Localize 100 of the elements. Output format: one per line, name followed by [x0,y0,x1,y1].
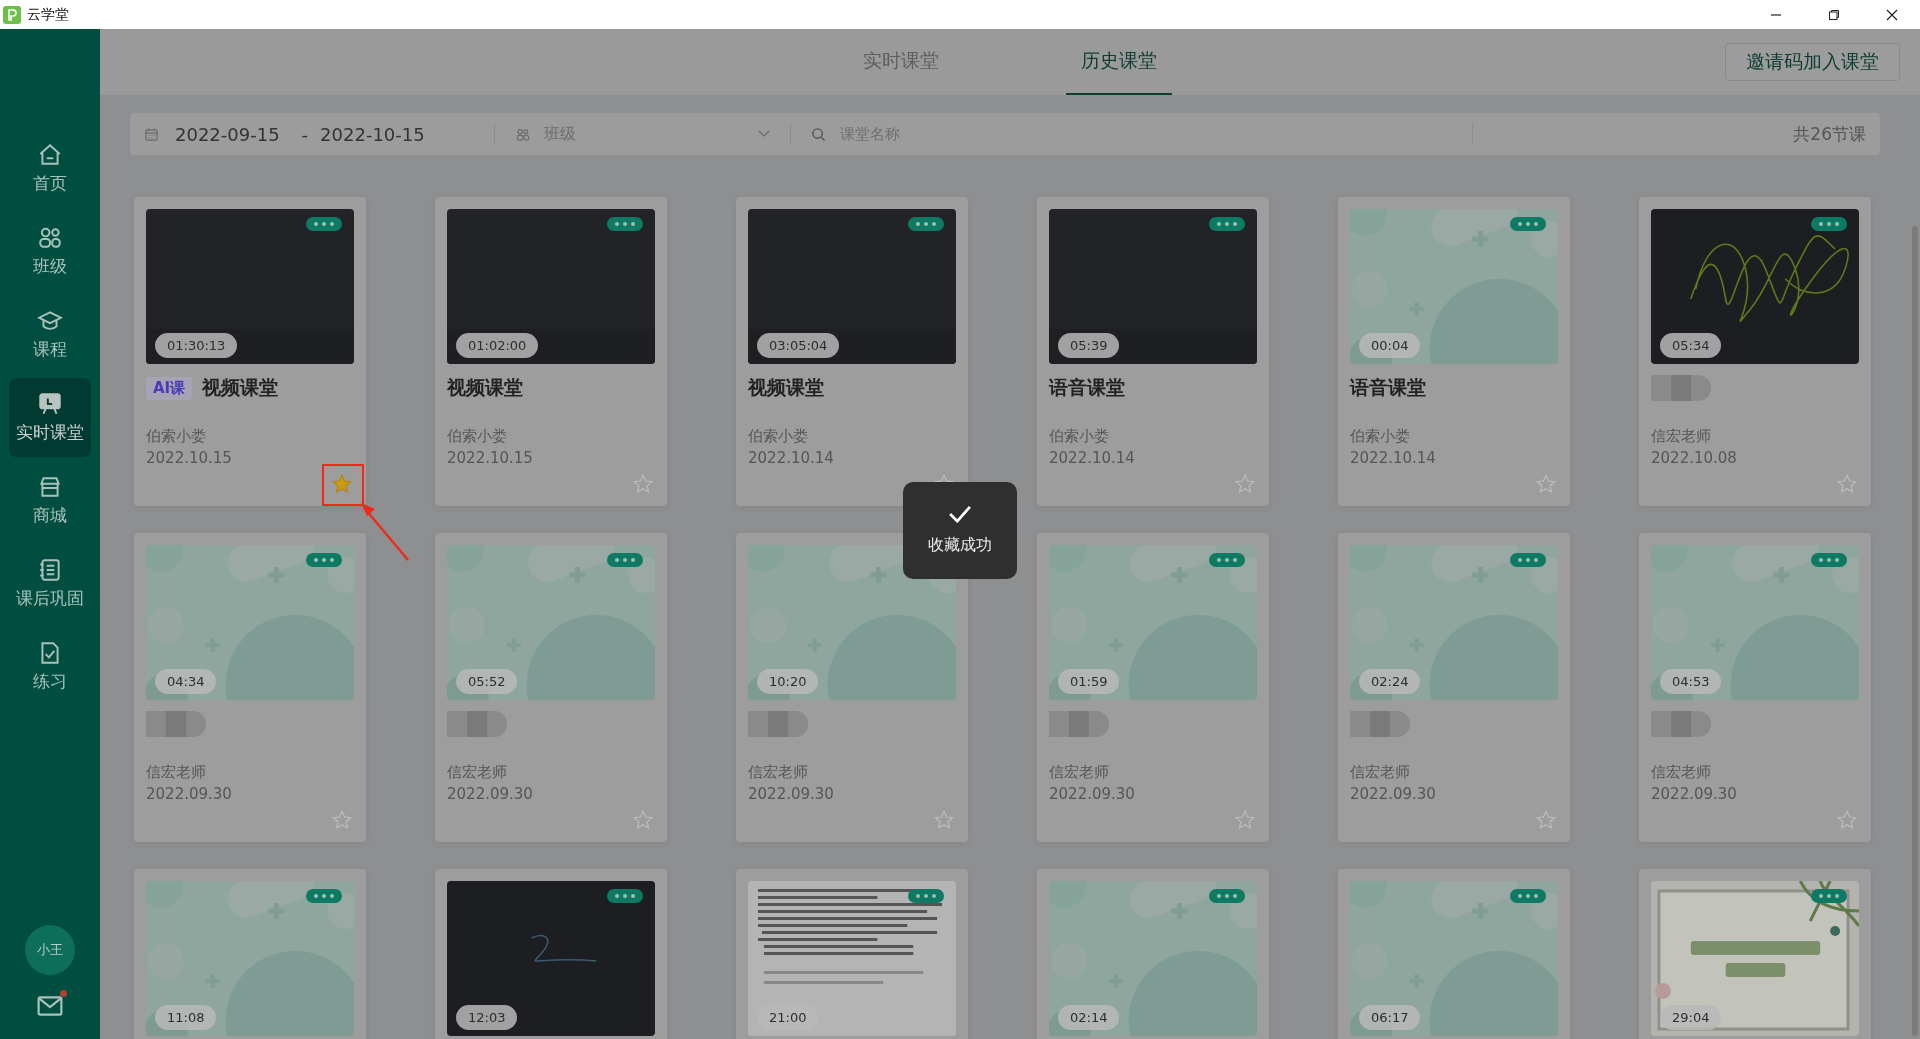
star-icon[interactable] [1836,473,1858,495]
checkmark-icon [948,505,972,523]
sidebar-item[interactable]: 商城 [9,461,91,540]
duration-badge: 06:17 [1359,1005,1421,1030]
lesson-card[interactable]: 00:04 语音课堂 伯索小娄 2022.10.14 [1338,197,1570,506]
lesson-card[interactable]: 02:14 [1037,869,1269,1039]
lesson-card[interactable]: 01:02:00 视频课堂 伯索小娄 2022.10.15 [435,197,667,506]
lesson-date: 2022.10.14 [1049,449,1136,467]
sidebar-item[interactable]: 首页 [9,129,91,208]
sidebar-item[interactable]: 班级 [9,212,91,291]
star-icon[interactable] [1535,809,1557,831]
sidebar-item[interactable]: 课后巩固 [9,544,91,623]
lesson-date: 2022.09.30 [1049,785,1136,803]
teacher-name: 伯索小娄 [1350,427,1411,446]
teacher-name: 伯索小娄 [447,427,508,446]
lesson-date: 2022.10.14 [1350,449,1437,467]
duration-badge: 01:59 [1058,669,1120,694]
more-button[interactable] [1811,217,1847,231]
house-icon [37,142,63,168]
lesson-card[interactable]: 12:03 [435,869,667,1039]
app-logo-icon [3,5,21,24]
lesson-card[interactable]: 03:05:04 视频课堂 伯索小娄 2022.10.14 [736,197,968,506]
teacher-name: 信宏老师 [1350,763,1411,782]
more-button[interactable] [607,217,643,231]
teacher-name: 信宏老师 [748,763,809,782]
lesson-card[interactable]: 05:52 信宏老师 2022.09.30 [435,533,667,842]
people-icon [515,126,530,142]
lesson-date: 2022.09.30 [447,785,534,803]
annotation-arrow [360,502,410,562]
calendar-icon [144,126,159,142]
star-icon[interactable] [331,809,353,831]
shop-icon [37,474,63,500]
lesson-card[interactable]: 04:34 信宏老师 2022.09.30 [134,533,366,842]
star-icon[interactable] [1234,473,1256,495]
mail-icon[interactable] [37,995,63,1017]
lesson-date: 2022.09.30 [1350,785,1437,803]
star-icon[interactable] [933,809,955,831]
teacher-name: 伯索小娄 [748,427,809,446]
more-button[interactable] [607,889,643,903]
lesson-count: 共26节课 [1792,122,1866,146]
duration-badge: 04:34 [155,669,217,694]
restore-icon[interactable] [1828,8,1840,21]
duration-badge: 00:04 [1359,333,1421,358]
more-button[interactable] [306,217,342,231]
star-icon[interactable] [1535,473,1557,495]
duration-badge: 05:34 [1660,333,1722,358]
duration-badge: 29:04 [1660,1005,1722,1030]
lesson-date: 2022.10.15 [447,449,534,467]
join-by-code-button[interactable]: 邀请码加入课堂 [1725,43,1900,81]
star-icon[interactable] [1836,809,1858,831]
lesson-card[interactable]: 02:24 信宏老师 2022.09.30 [1338,533,1570,842]
star-icon[interactable] [1234,809,1256,831]
lesson-card[interactable]: 11:08 [134,869,366,1039]
lesson-card[interactable]: 05:39 语音课堂 伯索小娄 2022.10.14 [1037,197,1269,506]
tab[interactable]: 历史课堂 [1066,29,1172,95]
start-date[interactable]: 2022-09-15 [175,123,280,145]
chevron-down-icon [758,130,770,138]
close-icon[interactable] [1886,8,1898,21]
lesson-card[interactable]: 01:59 信宏老师 2022.09.30 [1037,533,1269,842]
sidebar-item[interactable]: 练习 [9,627,91,706]
teacher-name: 信宏老师 [1651,763,1712,782]
sidebar-item[interactable]: 课程 [9,295,91,374]
lesson-title: 视频课堂 [447,375,523,400]
lesson-card[interactable]: 01:30:13 AI课 视频课堂 伯索小娄 2022.10.15 [134,197,366,506]
teacher-name: 信宏老师 [1651,427,1712,446]
duration-badge: 01:30:13 [155,333,238,358]
notebook-icon [37,557,63,583]
duration-badge: 01:02:00 [456,333,539,358]
lesson-date: 2022.09.30 [748,785,835,803]
duration-badge: 05:39 [1058,333,1120,358]
more-button[interactable] [1209,217,1245,231]
teacher-name: 伯索小娄 [1049,427,1110,446]
lesson-date: 2022.10.14 [748,449,835,467]
teacher-name: 伯索小娄 [146,427,207,446]
star-icon[interactable] [632,473,654,495]
more-button[interactable] [908,217,944,231]
filled-star-icon[interactable] [331,473,353,495]
teacher-name: 信宏老师 [146,763,207,782]
duration-badge: 03:05:04 [757,333,840,358]
sidebar-item[interactable]: 实时课堂 [9,378,91,457]
duration-badge: 02:24 [1359,669,1421,694]
star-icon[interactable] [632,809,654,831]
lesson-date: 2022.10.08 [1651,449,1738,467]
ai-badge: AI课 [146,376,193,400]
end-date[interactable]: 2022-10-15 [320,123,425,145]
lesson-title: 视频课堂 [748,375,824,400]
lesson-card[interactable]: 29:04 [1639,869,1871,1039]
duration-badge: 11:08 [155,1005,217,1030]
lesson-title: 语音课堂 [1049,375,1125,400]
people-icon [37,225,63,251]
duration-badge: 04:53 [1660,669,1722,694]
lesson-title: 语音课堂 [1350,375,1426,400]
lesson-card[interactable]: 06:17 [1338,869,1570,1039]
lesson-card[interactable]: 05:34 信宏老师 2022.10.08 [1639,197,1871,506]
lesson-title: 视频课堂 [202,375,279,400]
user-avatar[interactable]: 小王 [25,925,75,975]
duration-badge: 10:20 [757,669,819,694]
teacher-name: 信宏老师 [447,763,508,782]
lesson-card[interactable]: 21:00 [736,869,968,1039]
lesson-card[interactable]: 04:53 信宏老师 2022.09.30 [1639,533,1871,842]
